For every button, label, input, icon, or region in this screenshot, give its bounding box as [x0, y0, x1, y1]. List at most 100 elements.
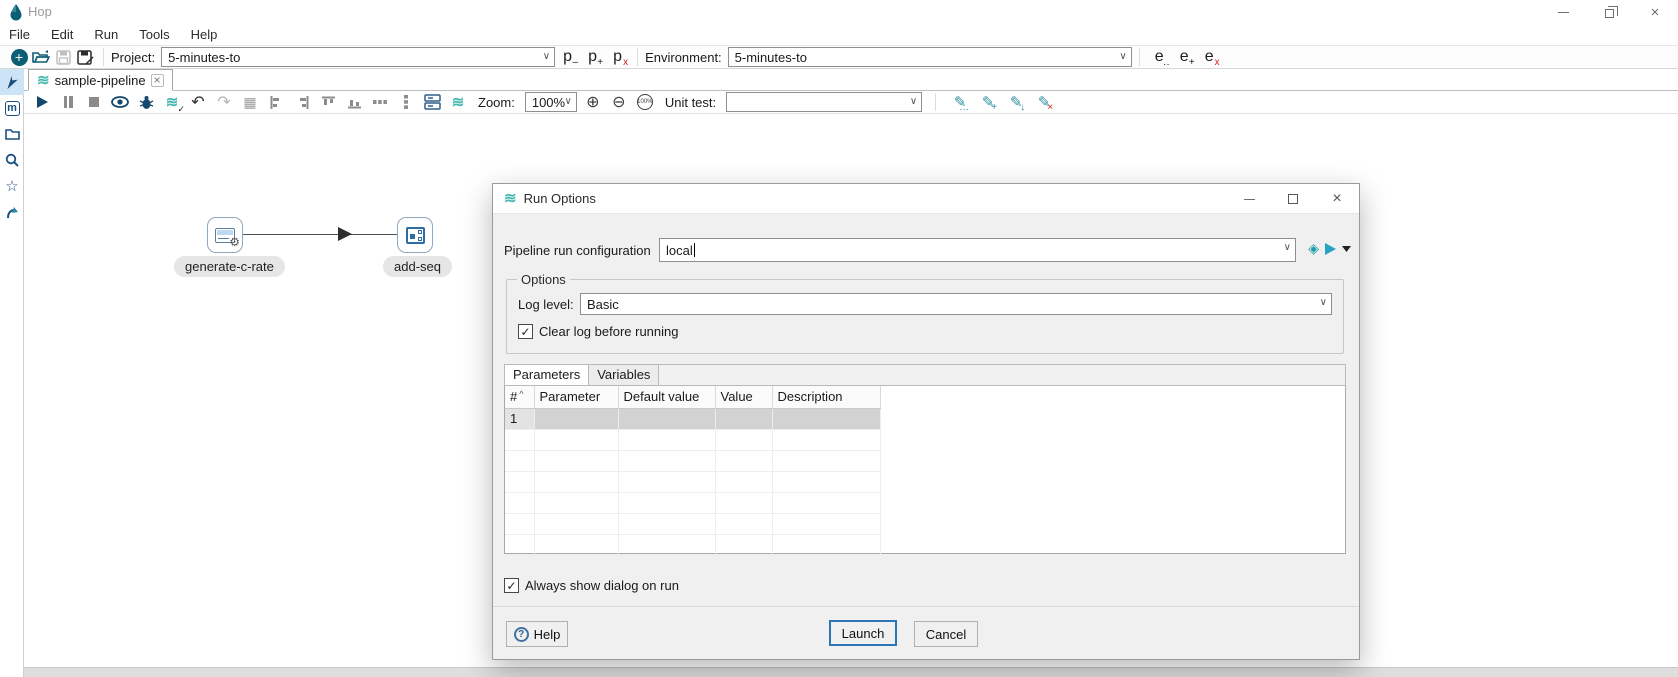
align-top-button[interactable]: [318, 92, 338, 112]
table-row[interactable]: [505, 471, 881, 493]
menu-tools[interactable]: Tools: [139, 27, 169, 42]
detach-unit-test-button[interactable]: ✎ ↓: [1005, 93, 1027, 113]
dialog-separator: [493, 606, 1359, 607]
launch-button[interactable]: Launch: [829, 620, 897, 646]
always-show-checkbox[interactable]: ✓: [504, 578, 519, 593]
pause-pipeline-button[interactable]: [58, 92, 78, 112]
project-combobox[interactable]: 5-minutes-to ∨: [161, 47, 556, 67]
delete-unit-test-button[interactable]: ✎ ×: [1033, 93, 1055, 113]
column-header-value[interactable]: Value: [715, 386, 773, 409]
transform-label-add-seq[interactable]: add-seq: [383, 256, 452, 277]
search-perspective[interactable]: [0, 147, 24, 173]
panels-icon: [423, 94, 441, 110]
tab-variables[interactable]: Variables: [589, 365, 660, 385]
window-minimize-button[interactable]: [1540, 0, 1586, 24]
transform-add-seq[interactable]: [397, 217, 433, 253]
tab-close-icon[interactable]: ×: [150, 73, 164, 87]
window-close-button[interactable]: ×: [1632, 0, 1678, 24]
zoom-in-button[interactable]: ⊕: [583, 92, 603, 112]
menu-help[interactable]: Help: [191, 27, 218, 42]
hop-link[interactable]: [243, 234, 399, 235]
cancel-button[interactable]: Cancel: [914, 621, 978, 647]
options-group: Options Log level: Basic ∨ ✓ Clear log b…: [506, 272, 1344, 354]
transform-label-generate-c-rate[interactable]: generate-c-rate: [174, 256, 285, 277]
column-header-description[interactable]: Description: [772, 386, 881, 409]
column-header-num[interactable]: # ^: [505, 386, 535, 409]
table-row[interactable]: [505, 450, 881, 472]
dialog-minimize-button[interactable]: [1227, 184, 1271, 214]
data-orchestration-perspective[interactable]: [0, 69, 24, 95]
save-as-icon: [76, 49, 93, 65]
show-grid-button[interactable]: ▦: [240, 92, 260, 112]
neo4j-perspective[interactable]: [0, 199, 24, 225]
run-config-combobox[interactable]: local ∨: [659, 238, 1296, 262]
run-options-dialog: ≋ Run Options × Pipeline run configurati…: [492, 183, 1360, 660]
window-restore-button[interactable]: [1586, 0, 1632, 24]
debug-pipeline-button[interactable]: [136, 92, 156, 112]
add-environment-button[interactable]: e +: [1172, 48, 1197, 68]
align-right-button[interactable]: [292, 92, 312, 112]
column-header-default-value[interactable]: Default value: [618, 386, 716, 409]
align-bottom-button[interactable]: [344, 92, 364, 112]
menu-run[interactable]: Run: [94, 27, 118, 42]
dialog-maximize-button[interactable]: [1271, 184, 1315, 214]
tab-sample-pipeline[interactable]: ≋ sample-pipeline ×: [28, 69, 173, 91]
metadata-perspective[interactable]: m: [0, 95, 24, 121]
metadata-diamond-icon[interactable]: ◈: [1308, 240, 1319, 257]
transform-generate-c-rate[interactable]: ⚙: [207, 217, 243, 253]
stop-icon: [89, 97, 99, 107]
distribute-vertically-button[interactable]: [396, 92, 416, 112]
menu-edit[interactable]: Edit: [51, 27, 73, 42]
edit-unit-test-button[interactable]: ✎…: [949, 93, 971, 113]
star-icon: ☆: [5, 178, 19, 195]
save-as-button[interactable]: [74, 47, 96, 67]
log-level-combobox[interactable]: Basic ∨: [580, 293, 1332, 315]
add-unit-test-button[interactable]: ✎ +: [977, 93, 999, 113]
undo-button[interactable]: ↶: [188, 92, 208, 112]
horizontal-scrollbar[interactable]: [24, 667, 1678, 677]
open-file-button[interactable]: [30, 47, 52, 67]
save-file-button[interactable]: [52, 47, 74, 67]
check-pipeline-button[interactable]: ≋ ✓: [162, 92, 185, 115]
pipeline-settings-button[interactable]: ≋: [448, 92, 468, 112]
run-pipeline-button[interactable]: [32, 92, 52, 112]
preview-pipeline-button[interactable]: [110, 92, 130, 112]
pause-icon: [63, 96, 73, 108]
plugins-perspective[interactable]: ☆: [0, 173, 24, 199]
file-explorer-perspective[interactable]: [0, 121, 24, 147]
table-row[interactable]: [505, 429, 881, 451]
zoom-reset-button[interactable]: 100%: [635, 92, 655, 112]
menu-file[interactable]: File: [9, 27, 30, 42]
hop-arrow-icon: [338, 227, 352, 241]
delete-project-button[interactable]: px: [605, 48, 630, 68]
table-row[interactable]: [505, 492, 881, 514]
edit-project-button[interactable]: p ‒: [555, 48, 580, 68]
distribute-horizontally-button[interactable]: [370, 92, 390, 112]
table-row[interactable]: 1: [505, 408, 881, 430]
tab-parameters[interactable]: Parameters: [505, 365, 590, 385]
new-file-button[interactable]: +: [8, 47, 30, 67]
stop-pipeline-button[interactable]: [84, 92, 104, 112]
caret-down-icon[interactable]: [1342, 245, 1351, 252]
redo-button[interactable]: ↷: [214, 92, 234, 112]
unit-test-combobox[interactable]: ∨: [726, 92, 923, 112]
delete-environment-button[interactable]: ex: [1197, 48, 1222, 68]
clear-log-checkbox[interactable]: ✓: [518, 324, 533, 339]
dialog-close-button[interactable]: ×: [1315, 184, 1359, 214]
open-folder-icon: [32, 50, 50, 63]
perspectives-sidebar: m ☆: [0, 69, 24, 677]
table-row[interactable]: [505, 534, 881, 556]
run-config-value: local: [666, 242, 693, 258]
run-config-play-icon[interactable]: [1325, 242, 1336, 255]
edit-environment-button[interactable]: e ‥: [1147, 48, 1172, 68]
align-left-button[interactable]: [266, 92, 286, 112]
main-toolbar: + Project: 5-minutes-to ∨ p ‒ p + px Envir…: [0, 45, 1678, 69]
add-project-button[interactable]: p +: [580, 48, 605, 68]
column-header-parameter[interactable]: Parameter: [534, 386, 619, 409]
help-button[interactable]: ? Help: [506, 621, 568, 647]
table-row[interactable]: [505, 513, 881, 535]
zoom-combobox[interactable]: 100% ∨: [524, 92, 577, 112]
zoom-out-button[interactable]: ⊖: [609, 92, 629, 112]
edit-pipeline-button[interactable]: [422, 92, 442, 112]
environment-combobox[interactable]: 5-minutes-to ∨: [727, 47, 1132, 67]
